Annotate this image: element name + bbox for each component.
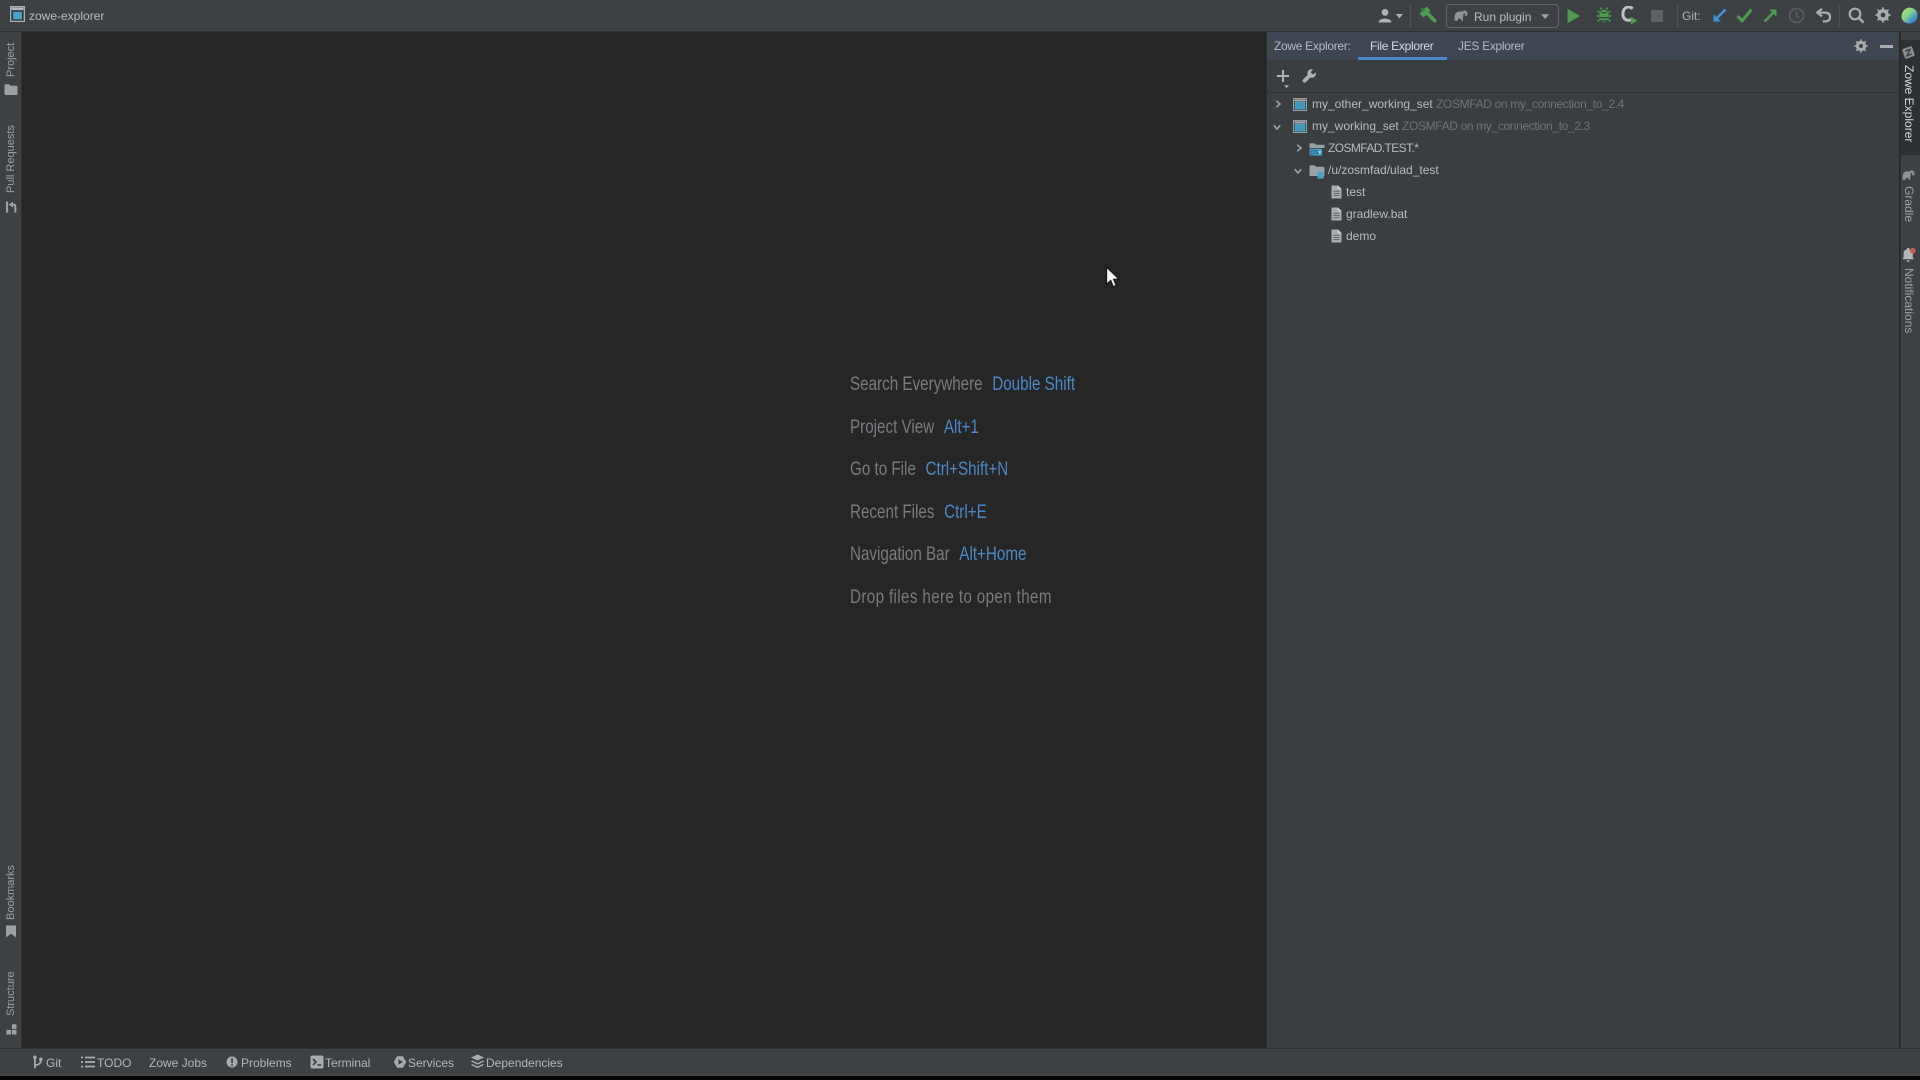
svg-text:DS: DS [1310, 150, 1319, 156]
